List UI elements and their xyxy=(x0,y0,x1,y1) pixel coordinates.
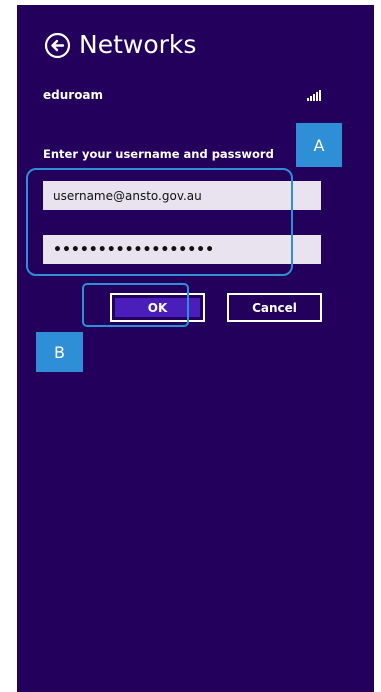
callout-b-label: B xyxy=(36,332,83,372)
wifi-signal-icon xyxy=(307,89,321,101)
network-name: eduroam xyxy=(43,88,104,102)
back-arrow-icon[interactable] xyxy=(44,32,71,59)
page-header: Networks xyxy=(44,30,196,60)
callout-b-outline xyxy=(82,283,189,327)
callout-a-label: A xyxy=(296,123,342,167)
network-row: eduroam xyxy=(43,88,321,102)
credentials-prompt: Enter your username and password xyxy=(43,147,274,161)
page-title: Networks xyxy=(79,30,197,59)
callout-a-outline xyxy=(26,168,293,276)
cancel-button[interactable]: Cancel xyxy=(227,293,322,322)
